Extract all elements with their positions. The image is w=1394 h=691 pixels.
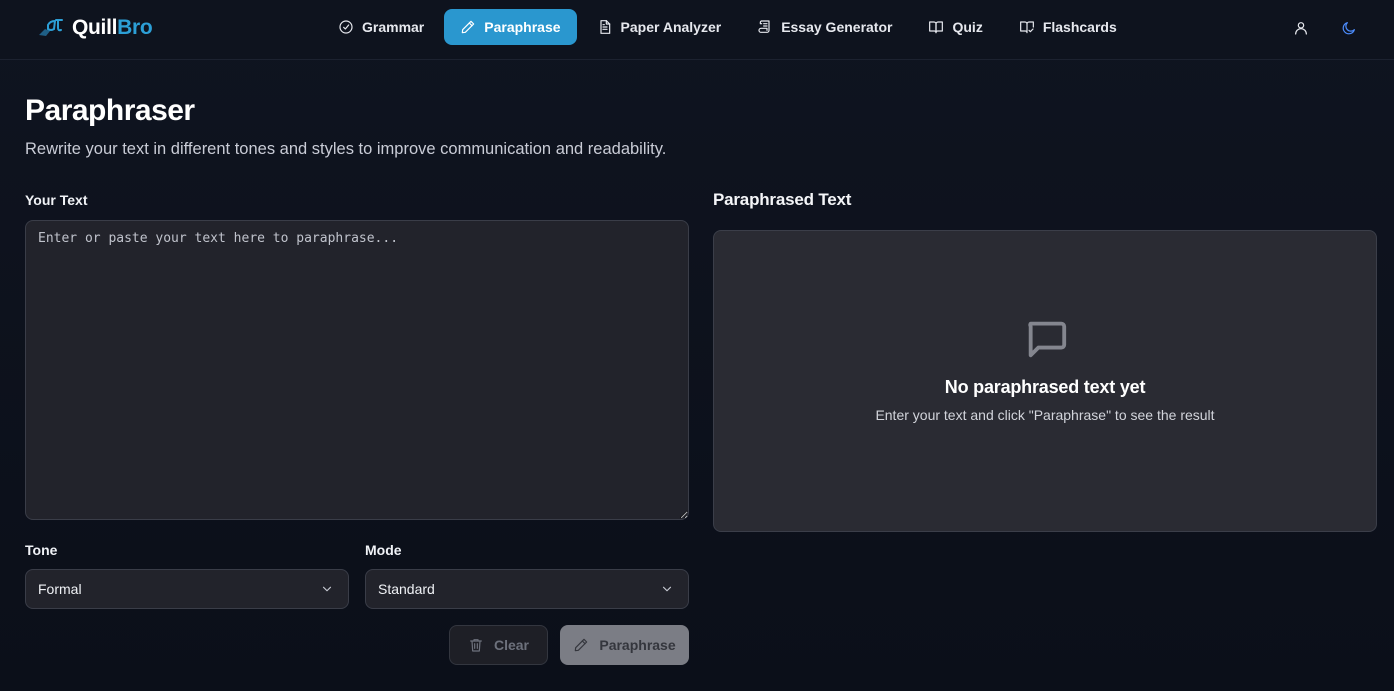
chevron-down-icon: [662, 586, 672, 592]
message-square-icon: [1028, 321, 1067, 358]
nav-paraphrase-label: Paraphrase: [484, 19, 561, 35]
mode-select[interactable]: Standard: [365, 569, 689, 609]
input-label: Your Text: [25, 192, 88, 208]
empty-state-title: No paraphrased text yet: [944, 377, 1146, 397]
tone-label: Tone: [25, 542, 58, 558]
pencil-icon: [575, 638, 588, 652]
user-button[interactable]: [1290, 17, 1312, 39]
tone-select[interactable]: Formal: [25, 569, 349, 609]
tone-value: Formal: [38, 581, 82, 597]
user-icon: [1295, 22, 1307, 35]
brand-logo[interactable]: QuillBro: [36, 15, 153, 41]
scroll-icon: [758, 20, 770, 33]
nav-quiz[interactable]: Quiz: [912, 9, 998, 45]
document-icon: [599, 20, 610, 34]
clear-button-label: Clear: [493, 637, 530, 653]
top-navbar: QuillBro Grammar Paraphrase Paper Analyz…: [0, 0, 1394, 60]
empty-state-description: Enter your text and click "Paraphrase" t…: [875, 407, 1215, 423]
theme-toggle-wrap: [1338, 17, 1360, 39]
result-panel: No paraphrased text yet Enter your text …: [713, 230, 1377, 532]
nav-paraphrase[interactable]: Paraphrase: [444, 9, 577, 45]
nav-paper-analyzer-label: Paper Analyzer: [620, 19, 722, 35]
mode-label: Mode: [365, 542, 402, 558]
nav-grammar[interactable]: Grammar: [322, 9, 440, 45]
paraphrase-button[interactable]: Paraphrase: [560, 625, 689, 665]
main-nav: Grammar Paraphrase Paper Analyzer Essay …: [322, 9, 1133, 45]
page-subtitle: Rewrite your text in different tones and…: [25, 140, 667, 158]
nav-essay-generator-label: Essay Generator: [781, 19, 893, 35]
chevron-down-icon: [322, 586, 332, 592]
nav-flashcards-label: Flashcards: [1042, 19, 1117, 35]
pencil-icon: [461, 20, 475, 34]
nav-grammar-label: Grammar: [362, 19, 425, 35]
nav-quiz-label: Quiz: [952, 19, 983, 35]
brand-name: QuillBro: [72, 16, 153, 39]
theme-toggle-button[interactable]: [1338, 17, 1360, 39]
nav-essay-generator[interactable]: Essay Generator: [741, 9, 908, 45]
user-menu: [1290, 17, 1312, 39]
moon-icon: [1342, 22, 1355, 35]
page-title: Paraphraser: [25, 94, 195, 127]
result-title: Paraphrased Text: [713, 190, 852, 209]
clear-button[interactable]: Clear: [449, 625, 548, 665]
nav-paper-analyzer[interactable]: Paper Analyzer: [581, 9, 738, 45]
text-input[interactable]: [25, 220, 689, 520]
book-check-icon: [1019, 21, 1034, 34]
quill-logo-icon: [39, 19, 63, 36]
book-open-icon: [929, 21, 944, 34]
check-circle-icon: [339, 20, 353, 34]
mode-value: Standard: [378, 581, 435, 597]
empty-state-icon-wrap: [1023, 315, 1069, 361]
trash-icon: [470, 639, 482, 652]
nav-flashcards[interactable]: Flashcards: [1003, 9, 1133, 45]
paraphrase-button-label: Paraphrase: [599, 637, 676, 653]
